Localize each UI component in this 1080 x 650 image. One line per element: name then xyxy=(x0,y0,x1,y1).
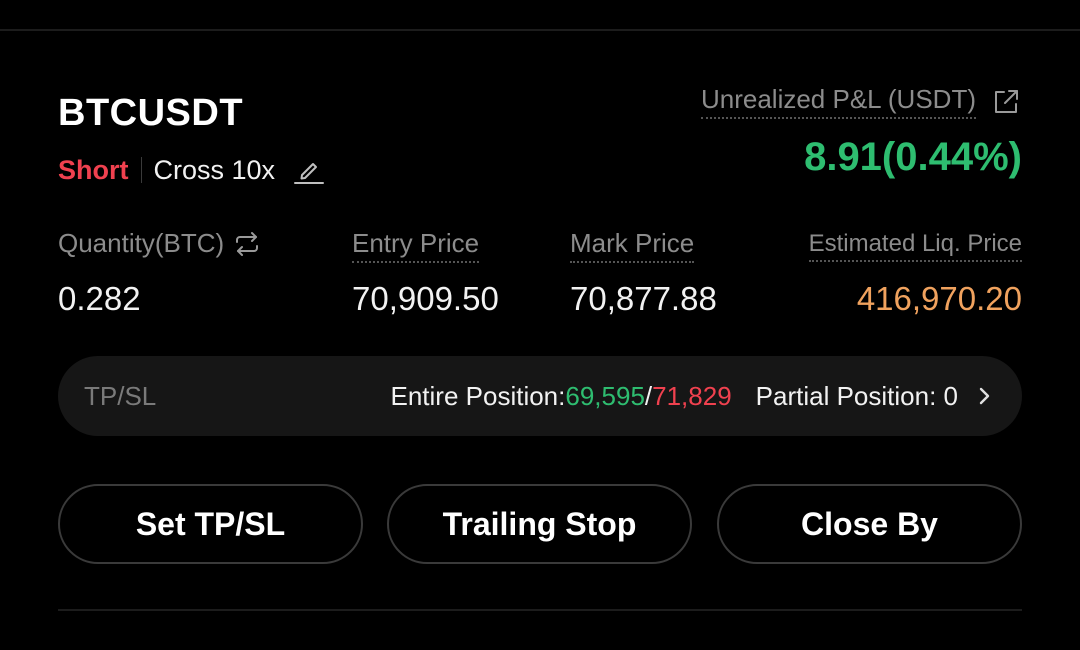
swap-unit-button[interactable] xyxy=(232,229,262,259)
quantity-value: 0.282 xyxy=(58,280,141,317)
external-link-icon xyxy=(995,89,1018,113)
entry-price-value: 70,909.50 xyxy=(352,280,499,317)
tpsl-title: TP/SL xyxy=(84,380,157,411)
liq-price-label[interactable]: Estimated Liq. Price xyxy=(808,230,1022,262)
margin-leverage-label: Cross 10x xyxy=(153,154,276,185)
tpsl-separator: / xyxy=(644,380,653,411)
entry-price-label[interactable]: Entry Price xyxy=(352,228,480,263)
edit-leverage-button[interactable] xyxy=(293,154,325,186)
quantity-header: Quantity(BTC) xyxy=(58,228,262,259)
liq-price-value: 416,970.20 xyxy=(856,280,1022,317)
pnl-header: Unrealized P&L (USDT) xyxy=(700,84,1022,119)
trailing-stop-button[interactable]: Trailing Stop xyxy=(387,484,692,564)
share-pnl-button[interactable] xyxy=(990,86,1022,118)
unrealized-pnl-value: 8.91(0.44%) xyxy=(804,135,1022,179)
chevron-right-icon xyxy=(972,384,996,408)
top-divider xyxy=(0,29,1080,31)
pencil-icon xyxy=(294,163,325,184)
quantity-label: Quantity(BTC) xyxy=(58,228,225,258)
swap-arrows-icon xyxy=(236,231,259,256)
unrealized-pnl-label[interactable]: Unrealized P&L (USDT) xyxy=(700,84,976,119)
entire-position-label: Entire Position: xyxy=(390,380,566,411)
side-label: Short xyxy=(58,154,129,185)
partial-position-label: Partial Position: 0 xyxy=(755,380,958,411)
set-tpsl-button[interactable]: Set TP/SL xyxy=(58,484,363,564)
mark-price-value: 70,877.88 xyxy=(570,280,717,317)
bottom-divider xyxy=(58,609,1022,611)
symbol-title: BTCUSDT xyxy=(58,92,244,134)
close-by-button[interactable]: Close By xyxy=(717,484,1022,564)
take-profit-value: 69,595 xyxy=(565,380,645,411)
tpsl-details: Entire Position: 69,595 / 71,829 Partial… xyxy=(391,381,997,412)
position-meta: Short Cross 10x xyxy=(58,152,325,188)
meta-separator xyxy=(140,157,142,183)
tpsl-summary-bar[interactable]: TP/SL Entire Position: 69,595 / 71,829 P… xyxy=(58,356,1022,436)
mark-price-label[interactable]: Mark Price xyxy=(570,228,695,263)
stop-loss-value: 71,829 xyxy=(652,380,732,411)
